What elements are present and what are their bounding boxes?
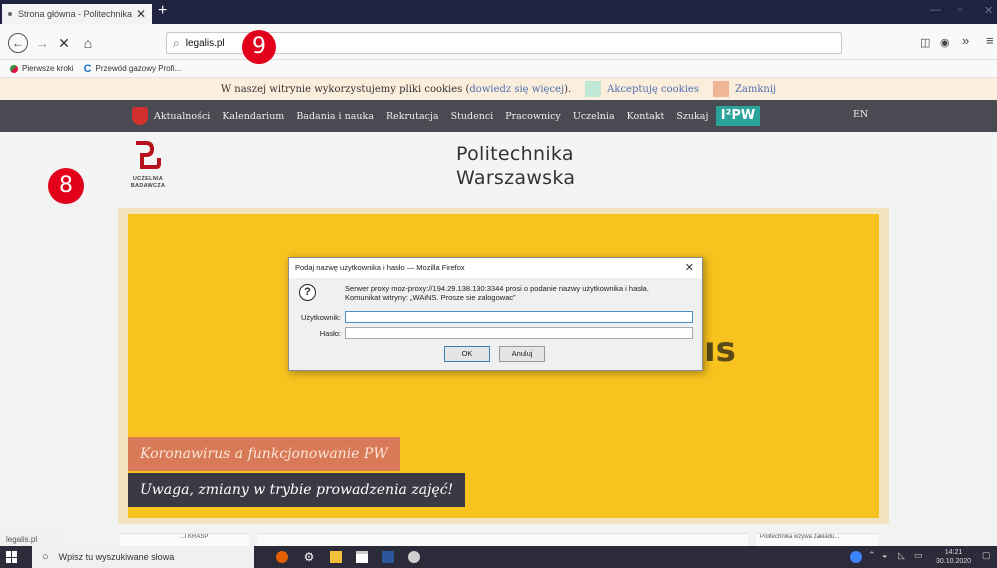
question-icon: ? bbox=[299, 284, 316, 301]
back-arrow-icon[interactable]: ← bbox=[8, 33, 28, 53]
annotation-badge-9: 9 bbox=[242, 30, 276, 64]
cookie-text-end: ). bbox=[564, 83, 572, 95]
ok-button[interactable]: OK bbox=[444, 346, 490, 362]
store-icon[interactable] bbox=[356, 551, 368, 563]
menu-icon[interactable]: ≡ bbox=[986, 33, 994, 48]
language-switch[interactable]: EN bbox=[853, 109, 868, 120]
annotation-badge-8: 8 bbox=[48, 168, 84, 204]
browser-nav-bar: ← → ✕ ⌂ ⌕ legalis.pl ◫ ◉ » ≡ bbox=[0, 24, 997, 60]
site-header: UCZELNIA BADAWCZA Politechnika Warszawsk… bbox=[0, 132, 997, 200]
nav-item-szukaj[interactable]: Szukaj bbox=[676, 111, 708, 122]
network-icon[interactable]: ◒ bbox=[882, 550, 887, 560]
username-input[interactable] bbox=[345, 311, 693, 323]
nav-item-kontakt[interactable]: Kontakt bbox=[627, 111, 665, 122]
dialog-message: Serwer proxy moz-proxy://194.29.138.130:… bbox=[345, 284, 649, 302]
close-swatch bbox=[712, 81, 729, 97]
settings-gear-icon[interactable]: ⚙ bbox=[303, 551, 315, 563]
cookie-bar: W naszej witrynie wykorzystujemy pliki c… bbox=[0, 78, 997, 100]
bookmarks-bar: Pierwsze kroki C Przewód gazowy Profi... bbox=[0, 60, 997, 78]
nav-item-studenci[interactable]: Studenci bbox=[451, 111, 494, 122]
hero-partial-text: ıs bbox=[704, 330, 736, 370]
browser-tab-bar: Strona główna - Politechnika W ✕ + — ▫ ✕ bbox=[0, 0, 997, 24]
search-icon: ○ bbox=[42, 551, 49, 563]
window-close-icon[interactable]: ✕ bbox=[984, 4, 993, 17]
accept-swatch bbox=[585, 81, 602, 97]
chevron-up-icon[interactable]: ⌃ bbox=[868, 550, 876, 561]
tab-loading-icon bbox=[8, 12, 12, 16]
cookie-text: W naszej witrynie wykorzystujemy pliki c… bbox=[220, 83, 470, 95]
tab-title: Strona główna - Politechnika W bbox=[18, 9, 132, 19]
file-explorer-icon[interactable] bbox=[330, 551, 342, 563]
cookie-more-link[interactable]: dowiedz się więcej bbox=[469, 84, 564, 95]
taskbar-search-input[interactable]: ○ Wpisz tu wyszukiwane słowa bbox=[32, 546, 254, 568]
below-fold-card bbox=[258, 533, 748, 546]
password-input[interactable] bbox=[345, 327, 693, 339]
minimize-icon[interactable]: — bbox=[930, 4, 941, 16]
username-label: Użytkownik: bbox=[300, 313, 341, 322]
ub-logo-text: UCZELNIA BADAWCZA bbox=[130, 176, 166, 189]
bookmark-c-icon: C bbox=[83, 62, 92, 75]
eagle-emblem-icon[interactable] bbox=[132, 107, 148, 125]
accept-cookies-label: Akceptuję cookies bbox=[607, 83, 699, 95]
accept-cookies-button[interactable]: Akceptuję cookies bbox=[585, 81, 699, 97]
overflow-icon[interactable]: » bbox=[962, 33, 969, 48]
nav-item-rekrutacja[interactable]: Rekrutacja bbox=[386, 111, 439, 122]
search-icon: ⌕ bbox=[173, 35, 180, 50]
bookmark-item[interactable]: Pierwsze kroki bbox=[10, 64, 74, 73]
password-label: Hasło: bbox=[319, 329, 341, 338]
bookmark-label: Pierwsze kroki bbox=[22, 64, 74, 73]
dialog-close-icon[interactable]: ✕ bbox=[685, 258, 694, 278]
dialog-title: Podaj nazwę użytkownika i hasło — Mozill… bbox=[289, 258, 702, 278]
taskbar-clock[interactable]: 14:21 30.10.2020 bbox=[936, 548, 971, 566]
account-icon[interactable]: ◉ bbox=[940, 36, 950, 49]
help-tray-icon[interactable] bbox=[850, 551, 862, 563]
windows-start-icon[interactable] bbox=[6, 551, 18, 563]
bookmark-item[interactable]: C Przewód gazowy Profi... bbox=[84, 63, 182, 75]
nav-item-badania[interactable]: Badania i nauka bbox=[296, 111, 374, 122]
reader-icon[interactable]: ◫ bbox=[920, 36, 930, 49]
ipw-logo-button[interactable]: I²PW bbox=[716, 106, 760, 126]
status-url: legalis.pl bbox=[0, 534, 62, 546]
forward-arrow-icon[interactable]: → bbox=[32, 33, 52, 53]
firefox-icon bbox=[10, 64, 18, 73]
volume-icon[interactable]: ◺ bbox=[898, 550, 905, 561]
news-link-classes-change[interactable]: Uwaga, zmiany w trybie prowadzenia zajęć… bbox=[128, 473, 466, 507]
close-cookies-label: Zamknij bbox=[734, 83, 777, 95]
stop-icon[interactable]: ✕ bbox=[54, 33, 74, 53]
nav-item-kalendarium[interactable]: Kalendarium bbox=[222, 111, 284, 122]
cancel-button[interactable]: Anuluj bbox=[499, 346, 545, 362]
restore-icon[interactable]: ▫ bbox=[958, 4, 962, 16]
nav-item-aktualnosci[interactable]: Aktualności bbox=[154, 111, 210, 122]
battery-icon[interactable]: ▭ bbox=[914, 550, 923, 561]
windows-taskbar: ○ Wpisz tu wyszukiwane słowa ⚙ ⌃ ◒ ◺ ▭ 1… bbox=[0, 546, 997, 568]
notifications-icon[interactable]: ▢ bbox=[982, 550, 991, 561]
below-fold-card: ...l KRASP bbox=[120, 533, 250, 546]
university-logo-title[interactable]: Politechnika Warszawska bbox=[456, 142, 575, 190]
site-nav: Aktualności Kalendarium Badania i nauka … bbox=[0, 100, 997, 132]
nav-item-pracownicy[interactable]: Pracownicy bbox=[505, 111, 561, 122]
word-icon[interactable] bbox=[382, 551, 394, 563]
address-bar-url[interactable]: legalis.pl bbox=[186, 38, 225, 49]
browser-tab-active[interactable]: Strona główna - Politechnika W ✕ bbox=[2, 4, 152, 24]
nav-item-uczelnia[interactable]: Uczelnia bbox=[573, 111, 615, 122]
new-tab-button[interactable]: + bbox=[158, 2, 167, 20]
ub-logo-icon bbox=[136, 141, 161, 169]
paint-icon[interactable] bbox=[408, 551, 420, 563]
tab-close-icon[interactable]: ✕ bbox=[136, 7, 146, 21]
news-link-coronavirus[interactable]: Koronawirus a funkcjonowanie PW bbox=[128, 437, 400, 471]
proxy-auth-dialog: Podaj nazwę użytkownika i hasło — Mozill… bbox=[288, 257, 703, 371]
uczelnia-badawcza-logo[interactable]: UCZELNIA BADAWCZA bbox=[124, 138, 172, 196]
below-fold-card: Politechnika wzywa zakładu... bbox=[756, 533, 878, 546]
bookmark-label: Przewód gazowy Profi... bbox=[95, 64, 182, 73]
taskbar-search-placeholder: Wpisz tu wyszukiwane słowa bbox=[58, 552, 175, 562]
home-icon[interactable]: ⌂ bbox=[78, 33, 98, 53]
site-nav-links: Aktualności Kalendarium Badania i nauka … bbox=[154, 100, 720, 132]
firefox-taskbar-icon[interactable] bbox=[276, 551, 288, 563]
close-cookies-button[interactable]: Zamknij bbox=[712, 81, 777, 97]
